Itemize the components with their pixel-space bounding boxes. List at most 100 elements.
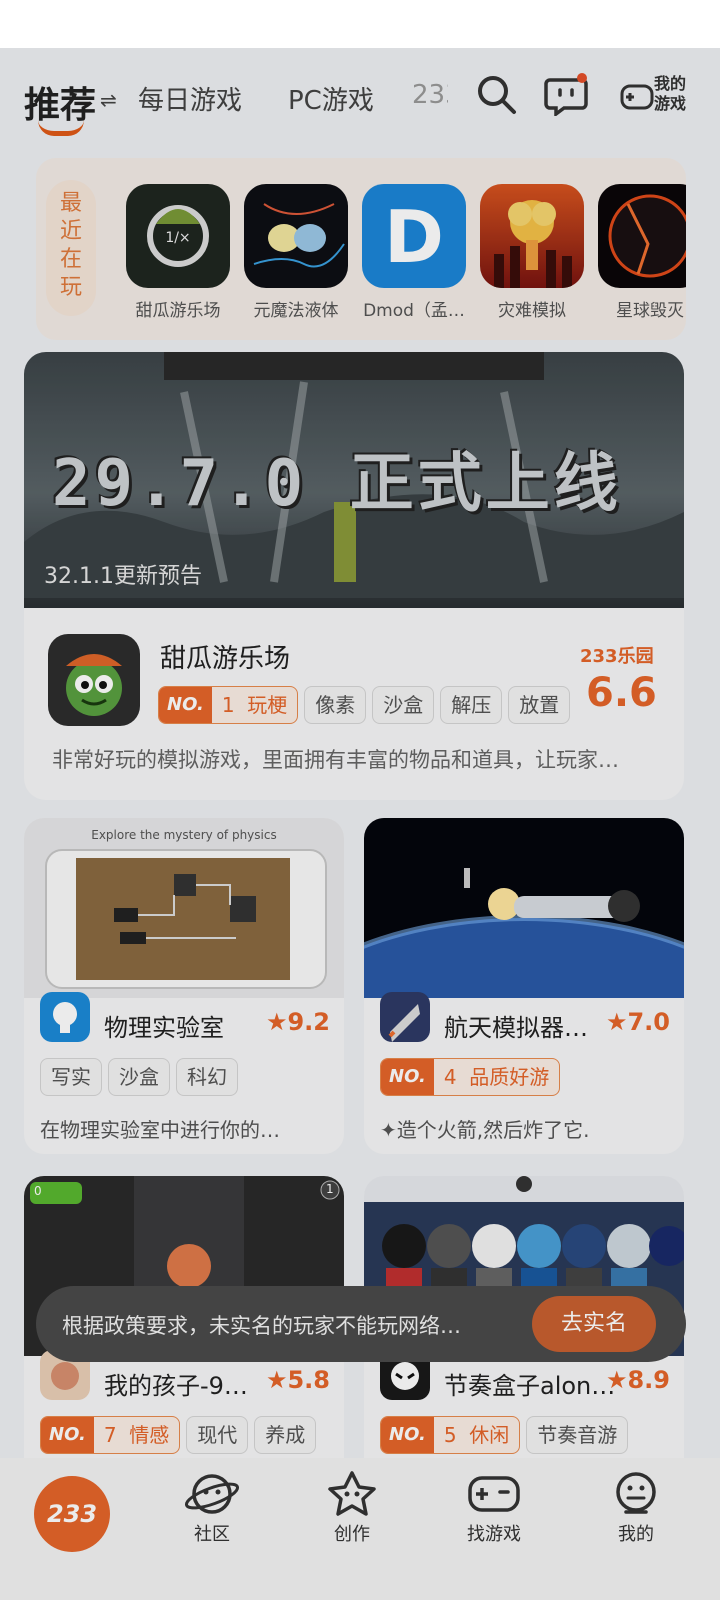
game-name: 航天模拟器… — [444, 1014, 588, 1042]
recent-item-disaster[interactable]: 灾难模拟 — [480, 184, 584, 321]
tab-find-games[interactable]: 找游戏 — [444, 1470, 544, 1546]
game-tags: 写实 沙盒 科幻 — [40, 1058, 238, 1096]
disaster-sim-app-icon — [480, 184, 584, 288]
score-brand: 233乐园 — [580, 646, 654, 667]
game-description: 在物理实验室中进行你的… — [40, 1118, 280, 1142]
lightbulb-icon — [40, 992, 90, 1042]
rank-no: NO. — [381, 1059, 434, 1095]
recent-item-name: Dmod（孟… — [363, 301, 465, 321]
tag: 节奏音游 — [526, 1416, 629, 1454]
rank-no: NO. — [159, 687, 212, 723]
tab-create[interactable]: 创作 — [302, 1470, 402, 1546]
recent-item-planet[interactable]: 星球毁灭 — [598, 184, 686, 321]
melon-playground-icon — [48, 634, 140, 726]
banner-title: 29.7.0 正式上线 — [52, 447, 622, 521]
tag: 科幻 — [176, 1058, 238, 1096]
rank-label: 7 情感 — [103, 1423, 170, 1447]
tab-label: 创作 — [334, 1524, 370, 1545]
tag: 沙盒 — [372, 686, 435, 724]
rocket-earth-illustration — [364, 868, 684, 998]
banner-subtitle: 32.1.1更新预告 — [44, 564, 202, 589]
tag: 放置 — [508, 686, 571, 724]
tag: 沙盒 — [108, 1058, 170, 1096]
tab-me[interactable]: 我的 — [586, 1470, 686, 1546]
tag: 像素 — [304, 686, 367, 724]
rank-no: NO. — [381, 1417, 434, 1453]
tab-community[interactable]: 社区 — [162, 1470, 262, 1546]
rank-label: 1 玩梗 — [221, 693, 288, 717]
featured-score: 6.6 — [586, 670, 657, 716]
tag: 写实 — [40, 1058, 102, 1096]
recent-item-name: 灾难模拟 — [498, 301, 566, 321]
game-tags: NO. 7 情感 现代 养成 — [40, 1416, 317, 1454]
recent-item-magic-liquid[interactable]: 元魔法液体 — [244, 184, 348, 321]
recent-item-melon[interactable]: 1/× 甜瓜游乐场 — [126, 184, 230, 321]
svg-text:1/×: 1/× — [165, 230, 190, 246]
game-score: ★8.9 — [605, 1366, 670, 1394]
recent-played-tag: 最近在玩 — [46, 180, 96, 316]
my-games-button[interactable]: 我的游戏 — [620, 72, 700, 120]
recent-played-panel: 最近在玩 1/× 甜瓜游乐场 元魔法液体 D Dmod（孟… 灾难模拟 星球毁灭 — [36, 158, 686, 340]
tab-label: 我的 — [618, 1524, 654, 1545]
home-tab-233[interactable]: 233 — [34, 1476, 110, 1552]
search-icon[interactable] — [474, 72, 518, 116]
game-score: ★9.2 — [265, 1008, 330, 1036]
tab-pc-games[interactable]: PC游戏 — [288, 80, 374, 117]
game-description: ✦造个火箭,然后炸了它. — [380, 1118, 590, 1142]
top-header: 推荐 ⇌ 每日游戏 PC游戏 233 我的游戏 — [0, 48, 720, 148]
message-icon[interactable] — [544, 72, 588, 118]
screenshot-badge-right: 1 — [326, 1182, 334, 1196]
tag: 解压 — [440, 686, 503, 724]
verify-name-button[interactable]: 去实名 — [532, 1296, 656, 1352]
magic-liquid-app-icon — [244, 184, 348, 288]
gamepad-icon — [468, 1476, 520, 1512]
game-name: 我的孩子-9… — [104, 1372, 248, 1400]
planet-destroy-app-icon — [598, 184, 686, 288]
space-sim-screenshot — [364, 818, 684, 998]
screenshot-badge-left: 0 — [34, 1184, 42, 1198]
recent-item-dmod[interactable]: D Dmod（孟… — [362, 184, 466, 321]
game-score: ★5.8 — [265, 1366, 330, 1394]
planet-face-icon — [184, 1474, 240, 1514]
real-name-toast: 根据政策要求，未实名的玩家不能玩网络… 去实名 — [36, 1286, 686, 1362]
physics-device-illustration — [45, 849, 327, 989]
my-games-label: 我的游戏 — [654, 74, 687, 113]
svg-text:D: D — [384, 195, 444, 279]
swap-icon[interactable]: ⇌ — [100, 88, 117, 112]
rocket-app-icon — [380, 992, 430, 1042]
tab-233[interactable]: 233 — [412, 80, 448, 110]
featured-game-card[interactable]: 29.7.0 正式上线 32.1.1更新预告 甜瓜游乐场 NO. 1 玩梗 像素… — [24, 352, 684, 800]
rank-tag: NO. 5 休闲 — [380, 1416, 521, 1454]
game-tags: NO. 5 休闲 节奏音游 — [380, 1416, 629, 1454]
game-card-space-sim[interactable]: 航天模拟器… ★7.0 NO. 4 品质好游 ✦造个火箭,然后炸了它. — [364, 818, 684, 1154]
star-face-icon — [328, 1471, 376, 1516]
recommend-smile-indicator — [38, 120, 84, 136]
recent-item-name: 星球毁灭 — [616, 301, 684, 321]
physics-lab-screenshot: Explore the mystery of physics — [24, 818, 344, 998]
bottom-nav: 233 社区 创作 找游戏 我的 — [0, 1458, 720, 1600]
face-icon — [616, 1472, 656, 1514]
rank-label: 5 休闲 — [443, 1423, 510, 1447]
game-name: 节奏盒子alon… — [444, 1372, 616, 1400]
tab-label: 找游戏 — [467, 1524, 521, 1545]
rank-label: 4 品质好游 — [443, 1065, 550, 1089]
featured-game-name: 甜瓜游乐场 — [160, 644, 291, 674]
game-name: 物理实验室 — [104, 1014, 224, 1042]
tab-label: 社区 — [194, 1524, 230, 1545]
game-score: ★7.0 — [605, 1008, 670, 1036]
recent-item-name: 元魔法液体 — [253, 301, 339, 321]
dmod-app-icon: D — [362, 184, 466, 288]
tag: 现代 — [186, 1416, 249, 1454]
gamepad-plus-icon — [620, 84, 654, 110]
toast-text: 根据政策要求，未实名的玩家不能玩网络… — [62, 1314, 461, 1338]
featured-tags: NO. 1 玩梗 像素 沙盒 解压 放置 — [158, 686, 571, 724]
melon-playground-app-icon: 1/× — [126, 184, 230, 288]
recent-item-name: 甜瓜游乐场 — [135, 301, 221, 321]
game-tags: NO. 4 品质好游 — [380, 1058, 561, 1096]
featured-banner[interactable]: 29.7.0 正式上线 32.1.1更新预告 — [24, 352, 684, 608]
tag: 养成 — [254, 1416, 317, 1454]
tab-daily-games[interactable]: 每日游戏 — [138, 80, 242, 117]
game-card-physics-lab[interactable]: Explore the mystery of physics 物理实验室 ★9.… — [24, 818, 344, 1154]
rank-tag: NO. 7 情感 — [40, 1416, 181, 1454]
rank-tag: NO. 1 玩梗 — [158, 686, 299, 724]
